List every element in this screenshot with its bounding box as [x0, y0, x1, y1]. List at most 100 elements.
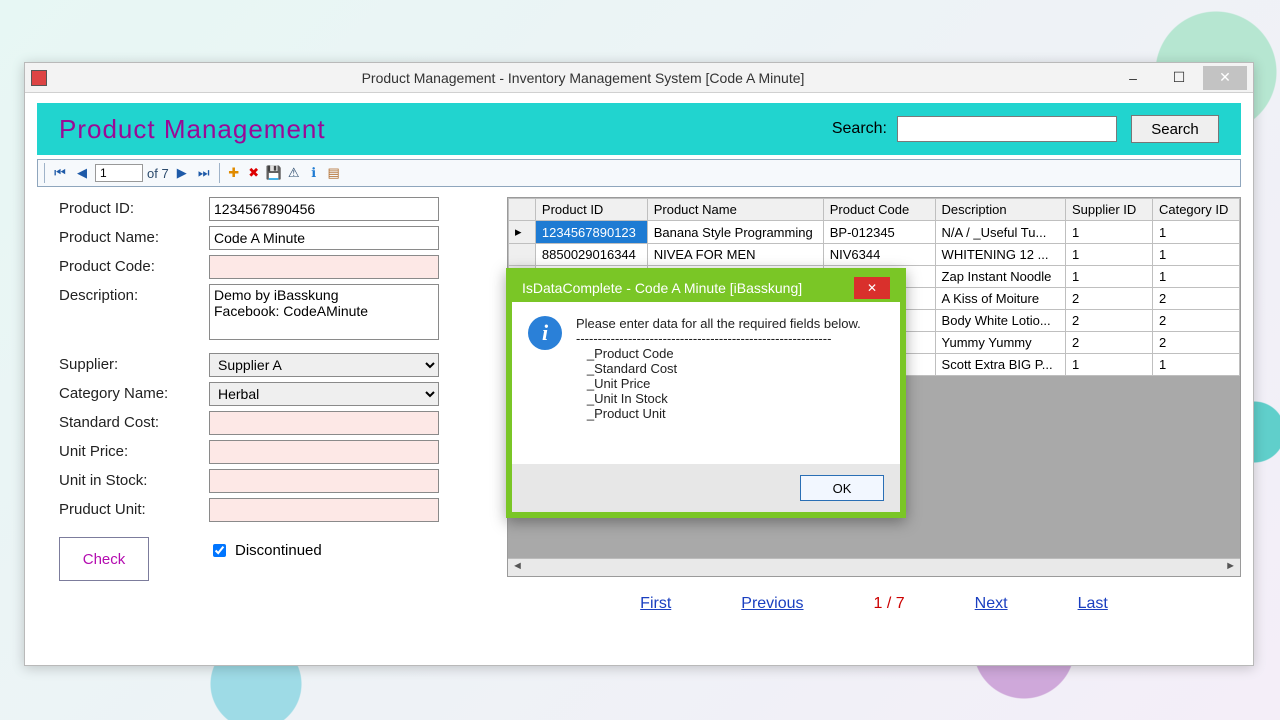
description-input[interactable]: Demo by iBasskung Facebook: CodeAMinute	[209, 284, 439, 340]
cell[interactable]: Body White Lotio...	[935, 310, 1065, 332]
nav-count: of 7	[147, 166, 169, 181]
pager-next[interactable]: Next	[975, 595, 1008, 613]
col-description[interactable]: Description	[935, 199, 1065, 221]
cell[interactable]: 1	[1152, 244, 1239, 266]
cell[interactable]: Banana Style Programming	[647, 221, 823, 244]
col-category-id[interactable]: Category ID	[1152, 199, 1239, 221]
cell[interactable]: 1	[1066, 221, 1153, 244]
nav-last-icon[interactable]: ⏭	[195, 164, 213, 182]
cell[interactable]: Yummy Yummy	[935, 332, 1065, 354]
col-product-name[interactable]: Product Name	[647, 199, 823, 221]
cell[interactable]: 1	[1152, 266, 1239, 288]
label-product-id: Product ID:	[59, 197, 209, 217]
search-label: Search:	[832, 120, 887, 138]
cell[interactable]: Zap Instant Noodle	[935, 266, 1065, 288]
cell[interactable]: 1	[1066, 354, 1153, 376]
table-header-row: Product ID Product Name Product Code Des…	[509, 199, 1240, 221]
cell[interactable]: 1	[1152, 354, 1239, 376]
validation-dialog: IsDataComplete - Code A Minute [iBasskun…	[506, 268, 906, 518]
cell[interactable]: 1	[1066, 244, 1153, 266]
product-name-input[interactable]	[209, 226, 439, 250]
page-title: Product Management	[59, 114, 326, 145]
row-indicator	[509, 244, 536, 266]
nav-prev-icon[interactable]: ◀	[73, 164, 91, 182]
record-navigator: ⏮ ◀ of 7 ▶ ⏭ ✚ ✖ 💾 ⚠ ℹ ▤	[37, 159, 1241, 187]
product-id-input[interactable]	[209, 197, 439, 221]
nav-next-icon[interactable]: ▶	[173, 164, 191, 182]
product-code-input[interactable]	[209, 255, 439, 279]
product-form: Product ID: Product Name: Product Code: …	[37, 197, 489, 649]
pager-prev[interactable]: Previous	[741, 595, 803, 613]
close-button[interactable]: ✕	[1203, 66, 1247, 90]
header-bar: Product Management Search: Search	[37, 103, 1241, 155]
nav-first-icon[interactable]: ⏮	[51, 164, 69, 182]
cell[interactable]: 2	[1152, 332, 1239, 354]
cell[interactable]: WHITENING 12 ...	[935, 244, 1065, 266]
cell[interactable]: 2	[1066, 310, 1153, 332]
cell[interactable]: 8850029016344	[535, 244, 647, 266]
label-category: Category Name:	[59, 382, 209, 402]
title-bar: Product Management - Inventory Managemen…	[25, 63, 1253, 93]
cell[interactable]: 2	[1152, 288, 1239, 310]
cell[interactable]: N/A / _Useful Tu...	[935, 221, 1065, 244]
save-icon[interactable]: 💾	[266, 165, 282, 181]
product-unit-input[interactable]	[209, 498, 439, 522]
horizontal-scrollbar[interactable]	[508, 558, 1240, 576]
col-supplier-id[interactable]: Supplier ID	[1066, 199, 1153, 221]
dialog-ok-button[interactable]: OK	[800, 475, 884, 501]
cell[interactable]: 1234567890123	[535, 221, 647, 244]
std-cost-input[interactable]	[209, 411, 439, 435]
pager-last[interactable]: Last	[1078, 595, 1108, 613]
cell[interactable]: 2	[1066, 288, 1153, 310]
pager-first[interactable]: First	[640, 595, 671, 613]
table-row[interactable]: ▸1234567890123Banana Style ProgrammingBP…	[509, 221, 1240, 244]
minimize-button[interactable]: –	[1111, 66, 1155, 90]
cell[interactable]: 1	[1152, 221, 1239, 244]
add-icon[interactable]: ✚	[226, 165, 242, 181]
cell[interactable]: NIVEA FOR MEN	[647, 244, 823, 266]
check-button[interactable]: Check	[59, 537, 149, 581]
unit-stock-input[interactable]	[209, 469, 439, 493]
app-icon	[31, 70, 47, 86]
dialog-message: Please enter data for all the required f…	[576, 316, 861, 458]
label-std-cost: Standard Cost:	[59, 411, 209, 431]
label-supplier: Supplier:	[59, 353, 209, 373]
pager-current: 1 / 7	[874, 595, 905, 613]
col-product-code[interactable]: Product Code	[823, 199, 935, 221]
cell[interactable]: 2	[1152, 310, 1239, 332]
cell[interactable]: Scott Extra BIG P...	[935, 354, 1065, 376]
label-unit-stock: Unit in Stock:	[59, 469, 209, 489]
list-icon[interactable]: ▤	[326, 165, 342, 181]
info-icon[interactable]: ℹ	[306, 165, 322, 181]
discontinued-checkbox[interactable]	[213, 544, 226, 557]
label-product-name: Product Name:	[59, 226, 209, 246]
cell[interactable]: 2	[1066, 332, 1153, 354]
warning-icon[interactable]: ⚠	[286, 165, 302, 181]
delete-icon[interactable]: ✖	[246, 165, 262, 181]
cell[interactable]: A Kiss of Moiture	[935, 288, 1065, 310]
search-input[interactable]	[897, 116, 1117, 142]
category-select[interactable]: Herbal	[209, 382, 439, 406]
nav-position-input[interactable]	[95, 164, 143, 182]
table-row[interactable]: 8850029016344NIVEA FOR MENNIV6344WHITENI…	[509, 244, 1240, 266]
dialog-title: IsDataComplete - Code A Minute [iBasskun…	[522, 280, 802, 296]
dialog-close-icon[interactable]: ✕	[854, 277, 890, 299]
label-unit-price: Unit Price:	[59, 440, 209, 460]
supplier-select[interactable]: Supplier A	[209, 353, 439, 377]
label-discontinued: Discontinued	[235, 542, 322, 559]
cell[interactable]: 1	[1066, 266, 1153, 288]
label-product-code: Product Code:	[59, 255, 209, 275]
label-product-unit: Pruduct Unit:	[59, 498, 209, 518]
cell[interactable]: NIV6344	[823, 244, 935, 266]
pager: First Previous 1 / 7 Next Last	[507, 595, 1241, 613]
info-icon: i	[528, 316, 562, 350]
unit-price-input[interactable]	[209, 440, 439, 464]
cell[interactable]: BP-012345	[823, 221, 935, 244]
window-title: Product Management - Inventory Managemen…	[55, 70, 1111, 86]
col-product-id[interactable]: Product ID	[535, 199, 647, 221]
search-button[interactable]: Search	[1131, 115, 1219, 143]
row-indicator: ▸	[509, 221, 536, 244]
dialog-title-bar: IsDataComplete - Code A Minute [iBasskun…	[512, 274, 900, 302]
label-description: Description:	[59, 284, 209, 304]
maximize-button[interactable]: ☐	[1157, 66, 1201, 90]
